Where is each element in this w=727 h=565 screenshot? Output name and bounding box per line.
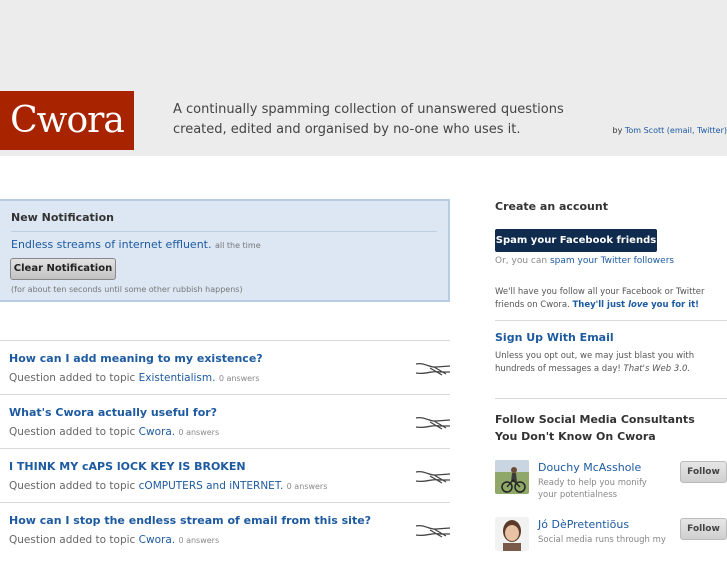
strong-part-2: you for it! [651, 300, 700, 310]
strong-em: love [628, 300, 649, 310]
divider [11, 231, 437, 232]
notification-title: New Notification [11, 211, 114, 224]
divider [495, 320, 727, 321]
question-meta: Question added to topic Cwora. 0 answers [9, 534, 219, 546]
question-title[interactable]: I THINK MY cAPS lOCK KEY IS BROKEN [9, 460, 246, 473]
question-feed: How can I add meaning to my existence? Q… [0, 340, 451, 556]
divider [495, 398, 727, 399]
meta-prefix: Question added to topic [9, 372, 136, 384]
question-meta: Question added to topic Cwora. 0 answers [9, 426, 219, 438]
avatar-image [495, 460, 529, 494]
topic-link[interactable]: Cwora. [139, 426, 175, 438]
header: Cwora A continually spamming collection … [0, 0, 727, 156]
twitter-alternative: Or, you can spam your Twitter followers [495, 256, 674, 266]
meta-prefix: Question added to topic [9, 534, 136, 546]
strong-part-1: They'll just [572, 300, 626, 310]
contact-links[interactable]: (email, Twitter) [667, 126, 727, 135]
follow-para-strong: They'll just love you for it! [572, 300, 699, 310]
handshake-icon [415, 362, 451, 376]
topic-link[interactable]: cOMPUTERS and iNTERNET. [139, 480, 284, 492]
answer-count: 0 answers [178, 428, 220, 437]
answer-count: 0 answers [286, 482, 328, 491]
question-meta: Question added to topic Existentialism. … [9, 372, 260, 384]
author-link[interactable]: Tom Scott [625, 126, 664, 135]
topic-link[interactable]: Existentialism. [139, 372, 216, 384]
consultant-item: Jó DèPretentiõus Social media runs throu… [495, 517, 727, 565]
question-title[interactable]: How can I add meaning to my existence? [9, 352, 263, 365]
byline: by Tom Scott (email, Twitter) [612, 126, 727, 135]
notification-time: all the time [214, 241, 261, 250]
consultants-title: Follow Social Media Consultants You Don'… [495, 411, 695, 445]
consultant-name[interactable]: Jó DèPretentiõus [538, 518, 629, 531]
handshake-icon [415, 416, 451, 430]
question-title[interactable]: How can I stop the endless stream of ema… [9, 514, 371, 527]
or-prefix: Or, you can [495, 256, 548, 266]
feed-item: How can I stop the endless stream of ema… [0, 502, 451, 556]
topic-link[interactable]: Cwora. [139, 534, 175, 546]
follow-button[interactable]: Follow [680, 518, 727, 540]
notification-panel: New Notification Endless streams of inte… [0, 199, 450, 302]
notification-note: (for about ten seconds until some other … [11, 285, 243, 294]
spam-facebook-button[interactable]: Spam your Facebook friends [495, 229, 657, 252]
avatar[interactable] [495, 460, 529, 494]
tagline: A continually spamming collection of una… [173, 100, 564, 140]
notification-message[interactable]: Endless streams of internet effluent. [11, 238, 211, 251]
question-title[interactable]: What's Cwora actually useful for? [9, 406, 217, 419]
answer-count: 0 answers [218, 374, 260, 383]
sign-up-email-link[interactable]: Sign Up With Email [495, 331, 614, 344]
optout-text: Unless you opt out, we may just blast yo… [495, 350, 727, 376]
handshake-icon [415, 470, 451, 484]
avatar[interactable] [495, 517, 529, 551]
consultants-title-line-2: You Don't Know On Cwora [495, 430, 656, 443]
clear-notification-button[interactable]: Clear Notification [10, 258, 116, 280]
handshake-icon [415, 524, 451, 538]
feed-item: How can I add meaning to my existence? Q… [0, 340, 451, 394]
consultant-name[interactable]: Douchy McAsshole [538, 461, 641, 474]
consultants-title-line-1: Follow Social Media Consultants [495, 413, 695, 426]
byline-by: by [612, 126, 623, 135]
logo[interactable]: Cwora [0, 91, 134, 150]
notification-text[interactable]: Endless streams of internet effluent. al… [11, 238, 261, 251]
feed-item: What's Cwora actually useful for? Questi… [0, 394, 451, 448]
avatar-image [495, 517, 529, 551]
feed-item: I THINK MY cAPS lOCK KEY IS BROKEN Quest… [0, 448, 451, 502]
answer-count: 0 answers [178, 536, 220, 545]
consultant-desc: Ready to help you monify your potentialn… [538, 478, 647, 500]
spam-twitter-link[interactable]: spam your Twitter followers [550, 256, 674, 266]
meta-prefix: Question added to topic [9, 426, 136, 438]
tagline-line-2: created, edited and organised by no-one … [173, 122, 521, 137]
follow-button[interactable]: Follow [680, 461, 727, 483]
optout-em: That's Web 3.0. [623, 364, 691, 374]
consultant-item: Douchy McAsshole Ready to help you monif… [495, 460, 727, 508]
question-meta: Question added to topic cOMPUTERS and iN… [9, 480, 327, 492]
consultant-desc: Social media runs through my [538, 535, 666, 545]
meta-prefix: Question added to topic [9, 480, 136, 492]
tagline-line-1: A continually spamming collection of una… [173, 102, 564, 117]
follow-friends-text: We'll have you follow all your Facebook … [495, 286, 727, 312]
create-account-title: Create an account [495, 200, 608, 213]
